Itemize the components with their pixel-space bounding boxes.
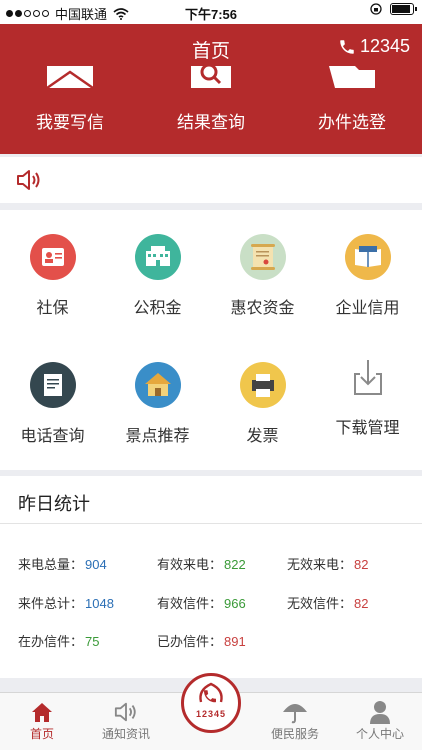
write-letter-label: 我要写信	[36, 113, 104, 132]
tab-label: 首页	[29, 727, 54, 741]
stat-invalid-calls: 无效来电： 82	[287, 554, 368, 573]
tab-label: 个人中心	[355, 727, 404, 741]
tab-bar: 首页 通知资讯 12345 便民服务 个人中心	[0, 673, 422, 750]
stat-value: 822	[224, 557, 246, 572]
services-grid: 社保 公积金 惠农资金 企业信用 电话查询 景点推荐 发票 下载管理	[0, 210, 422, 470]
envelope-icon	[47, 66, 93, 90]
stat-in-progress: 在办信件： 75	[18, 631, 99, 650]
service-download-manager[interactable]: 下载管理	[315, 354, 420, 438]
document-icon	[29, 362, 76, 408]
rotation-lock-icon	[370, 3, 382, 15]
notice-bar[interactable]	[0, 157, 422, 203]
printer-icon	[239, 362, 286, 408]
hotline-number: 12345	[359, 36, 410, 56]
result-query-label: 结果查询	[177, 113, 245, 132]
person-icon	[370, 701, 390, 724]
service-label: 公积金	[133, 300, 182, 317]
status-right	[370, 3, 417, 15]
hotline-phone[interactable]: 12345	[338, 36, 410, 57]
phone-icon	[199, 682, 223, 703]
stat-label: 来件总计：	[18, 596, 84, 611]
book-icon	[344, 234, 391, 280]
stat-value: 82	[354, 557, 369, 572]
service-label: 下载管理	[335, 420, 400, 437]
status-time: 下午7:56	[184, 7, 238, 22]
service-label: 电话查询	[20, 428, 85, 445]
tab-label: 通知资讯	[101, 727, 150, 741]
battery-icon	[390, 3, 417, 15]
service-label: 景点推荐	[125, 428, 190, 445]
stat-label: 有效来电：	[157, 557, 223, 572]
service-label: 社保	[36, 300, 69, 317]
scroll-icon	[239, 234, 286, 280]
stat-value: 82	[354, 596, 369, 611]
service-label: 发票	[246, 428, 279, 445]
stat-completed: 已办信件： 891	[157, 631, 246, 650]
download-icon	[345, 354, 391, 400]
stat-value: 904	[85, 557, 107, 572]
building-icon	[134, 234, 181, 280]
case-publish-label: 办件选登	[318, 113, 386, 132]
stat-value: 966	[224, 596, 246, 611]
tab-services[interactable]: 便民服务	[253, 699, 337, 742]
speaker-icon	[114, 702, 136, 722]
service-social-security[interactable]: 社保	[0, 234, 105, 318]
stat-label: 无效来电：	[287, 557, 353, 572]
hotline-button[interactable]: 12345	[181, 673, 241, 733]
home-icon	[32, 703, 52, 722]
stat-label: 无效信件：	[287, 596, 353, 611]
stat-value: 75	[85, 634, 100, 649]
service-label: 企业信用	[335, 300, 400, 317]
result-query-button[interactable]: 结果查询	[141, 66, 281, 133]
service-enterprise-credit[interactable]: 企业信用	[315, 234, 420, 318]
service-agri-funds[interactable]: 惠农资金	[210, 234, 315, 318]
house-icon	[134, 362, 181, 408]
tab-label: 便民服务	[270, 727, 319, 741]
hotline-label: 12345	[195, 709, 227, 719]
id-card-icon	[29, 234, 76, 280]
stat-valid-calls: 有效来电： 822	[157, 554, 246, 573]
stat-total-calls: 来电总量： 904	[18, 554, 107, 573]
header: 首页 12345 我要写信 结果查询 办件选登	[0, 24, 422, 154]
stats-title: 昨日统计	[0, 476, 422, 524]
stat-valid-letters: 有效信件： 966	[157, 593, 246, 612]
stat-label: 已办信件：	[157, 634, 223, 649]
speaker-icon	[17, 170, 40, 190]
stat-label: 有效信件：	[157, 596, 223, 611]
status-bar: 中国联通 下午7:56	[0, 0, 422, 24]
case-publish-button[interactable]: 办件选登	[282, 66, 422, 133]
service-attractions[interactable]: 景点推荐	[105, 362, 210, 446]
stat-value: 1048	[85, 596, 114, 611]
service-invoice[interactable]: 发票	[210, 362, 315, 446]
search-icon	[191, 66, 231, 88]
tab-news[interactable]: 通知资讯	[84, 699, 168, 742]
tab-profile[interactable]: 个人中心	[338, 699, 422, 742]
stat-label: 来电总量：	[18, 557, 84, 572]
phone-icon	[340, 39, 354, 54]
stat-value: 891	[224, 634, 246, 649]
service-label: 惠农资金	[230, 300, 295, 317]
write-letter-button[interactable]: 我要写信	[0, 66, 140, 133]
service-phone-query[interactable]: 电话查询	[0, 362, 105, 446]
folder-icon	[329, 66, 375, 88]
yesterday-stats: 昨日统计 来电总量： 904 有效来电： 822 无效来电： 82 来件总计： 1048…	[0, 476, 422, 678]
umbrella-icon	[283, 704, 307, 724]
stat-label: 在办信件：	[18, 634, 84, 649]
tab-home[interactable]: 首页	[0, 699, 84, 742]
service-housing-fund[interactable]: 公积金	[105, 234, 210, 318]
stat-total-letters: 来件总计： 1048	[18, 593, 114, 612]
stat-invalid-letters: 无效信件： 82	[287, 593, 368, 612]
